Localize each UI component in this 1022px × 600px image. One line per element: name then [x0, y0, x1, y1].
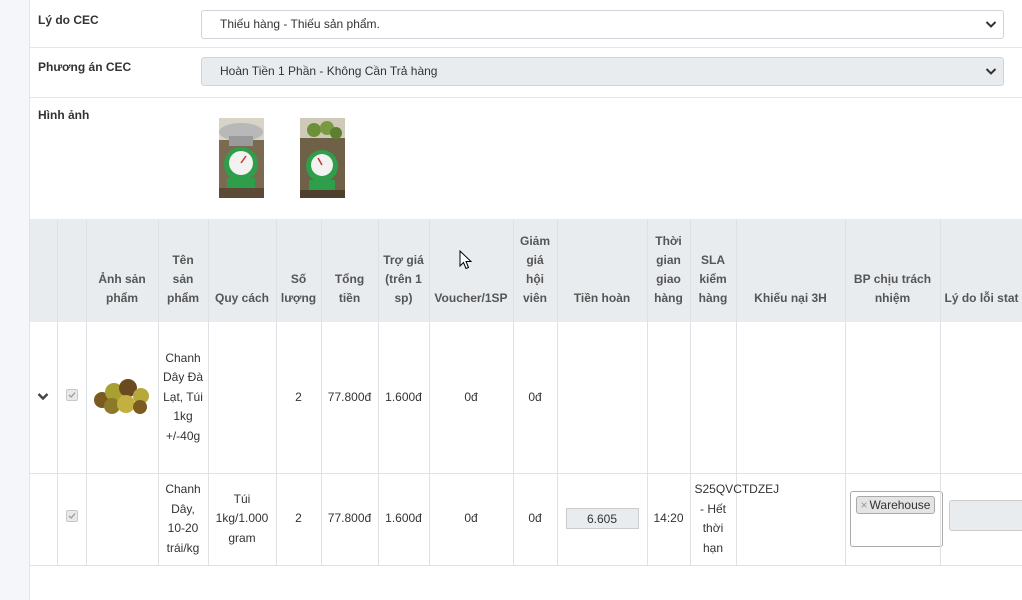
check-icon [68, 391, 76, 399]
subsidy-cell: 1.600đ [378, 322, 429, 473]
mouse-cursor-icon [459, 250, 473, 270]
refund-cell: 6.605 [557, 473, 647, 565]
product-table: Ảnh sản phẩm Tên sản phẩm Quy cách Số lư… [30, 219, 1022, 566]
sla-cell [690, 322, 736, 473]
cec-plan-row: Phương án CEC Hoàn Tiền 1 Phần - Không C… [30, 47, 1022, 98]
error-reason-cell [940, 322, 1022, 473]
row-checkbox[interactable] [66, 510, 78, 522]
warehouse-tag: ×Warehouse [856, 496, 936, 514]
total-cell: 77.800đ [321, 473, 378, 565]
product-image-cell [86, 322, 158, 473]
product-name-cell: Chanh Dây, 10-20 trái/kg [158, 473, 208, 565]
subsidy-cell: 1.600đ [378, 473, 429, 565]
header-error-reason: Lý do lỗi stat [940, 219, 1022, 322]
evidence-image-1[interactable] [219, 118, 264, 198]
cec-reason-select[interactable]: Thiếu hàng - Thiếu sản phẩm. [201, 10, 1004, 39]
select-cell[interactable] [57, 322, 86, 473]
quantity-cell: 2 [276, 473, 321, 565]
responsible-dept-select[interactable]: ×Warehouse [850, 491, 943, 547]
member-discount-cell: 0đ [513, 473, 557, 565]
header-member-discount: Giảm giá hội viên [513, 219, 557, 322]
images-label: Hình ảnh [38, 108, 89, 122]
table-row: Chanh Dây Đà Lạt, Túi 1kg +/-40g 2 77.80… [30, 322, 1022, 473]
header-refund: Tiền hoàn [557, 219, 647, 322]
header-delivery-time: Thời gian giao hàng [647, 219, 690, 322]
header-total: Tổng tiền [321, 219, 378, 322]
spec-cell [208, 322, 276, 473]
delivery-time-cell: 14:20 [647, 473, 690, 565]
row-checkbox[interactable] [66, 389, 78, 401]
chevron-down-icon [985, 67, 997, 76]
evidence-image-2[interactable] [300, 118, 345, 198]
complaint-3h-cell [736, 322, 845, 473]
close-icon[interactable]: × [861, 498, 868, 512]
table-header-row: Ảnh sản phẩm Tên sản phẩm Quy cách Số lư… [30, 219, 1022, 322]
sla-cell: S25QVCTDZEJ - Hết thời hạn [690, 473, 736, 565]
header-responsible-dept: BP chịu trách nhiệm [845, 219, 940, 322]
header-product-image: Ảnh sản phẩm [86, 219, 158, 322]
header-quantity: Số lượng [276, 219, 321, 322]
voucher-cell: 0đ [429, 473, 513, 565]
responsible-dept-cell: ×Warehouse [845, 473, 940, 565]
delivery-time-cell [647, 322, 690, 473]
check-icon [68, 512, 76, 520]
product-name-cell: Chanh Dây Đà Lạt, Túi 1kg +/-40g [158, 322, 208, 473]
member-discount-cell: 0đ [513, 322, 557, 473]
header-sla: SLA kiểm hàng [690, 219, 736, 322]
header-select [57, 219, 86, 322]
header-product-name: Tên sản phẩm [158, 219, 208, 322]
images-row: Hình ảnh [30, 97, 1022, 219]
quantity-cell: 2 [276, 322, 321, 473]
error-reason-cell [940, 473, 1022, 565]
cec-plan-value: Hoàn Tiền 1 Phần - Không Cần Trả hàng [220, 64, 437, 78]
header-complaint-3h: Khiếu nại 3H [736, 219, 845, 322]
expand-cell [30, 473, 57, 565]
cec-reason-value: Thiếu hàng - Thiếu sản phẩm. [220, 17, 380, 31]
responsible-dept-cell [845, 322, 940, 473]
header-expand [30, 219, 57, 322]
header-spec: Quy cách [208, 219, 276, 322]
cec-plan-label: Phương án CEC [38, 60, 131, 74]
cec-plan-select[interactable]: Hoàn Tiền 1 Phần - Không Cần Trả hàng [201, 57, 1004, 86]
warehouse-tag-label: Warehouse [870, 498, 931, 512]
table-row: Chanh Dây, 10-20 trái/kg Túi 1kg/1.000 g… [30, 473, 1022, 565]
cec-panel: Lý do CEC Thiếu hàng - Thiếu sản phẩm. P… [29, 0, 1022, 600]
error-reason-input[interactable] [949, 500, 1022, 531]
refund-cell [557, 322, 647, 473]
product-thumbnail [94, 374, 150, 414]
product-image-cell [86, 473, 158, 565]
cec-reason-label: Lý do CEC [38, 13, 99, 27]
total-cell: 77.800đ [321, 322, 378, 473]
chevron-down-icon [985, 20, 997, 29]
select-cell[interactable] [57, 473, 86, 565]
cec-reason-row: Lý do CEC Thiếu hàng - Thiếu sản phẩm. [30, 0, 1022, 48]
header-voucher: Voucher/1SP [429, 219, 513, 322]
voucher-cell: 0đ [429, 322, 513, 473]
spec-cell: Túi 1kg/1.000 gram [208, 473, 276, 565]
expand-cell[interactable] [30, 322, 57, 473]
chevron-down-icon[interactable] [37, 392, 49, 401]
refund-input[interactable]: 6.605 [566, 508, 639, 529]
header-subsidy: Trợ giá (trên 1 sp) [378, 219, 429, 322]
